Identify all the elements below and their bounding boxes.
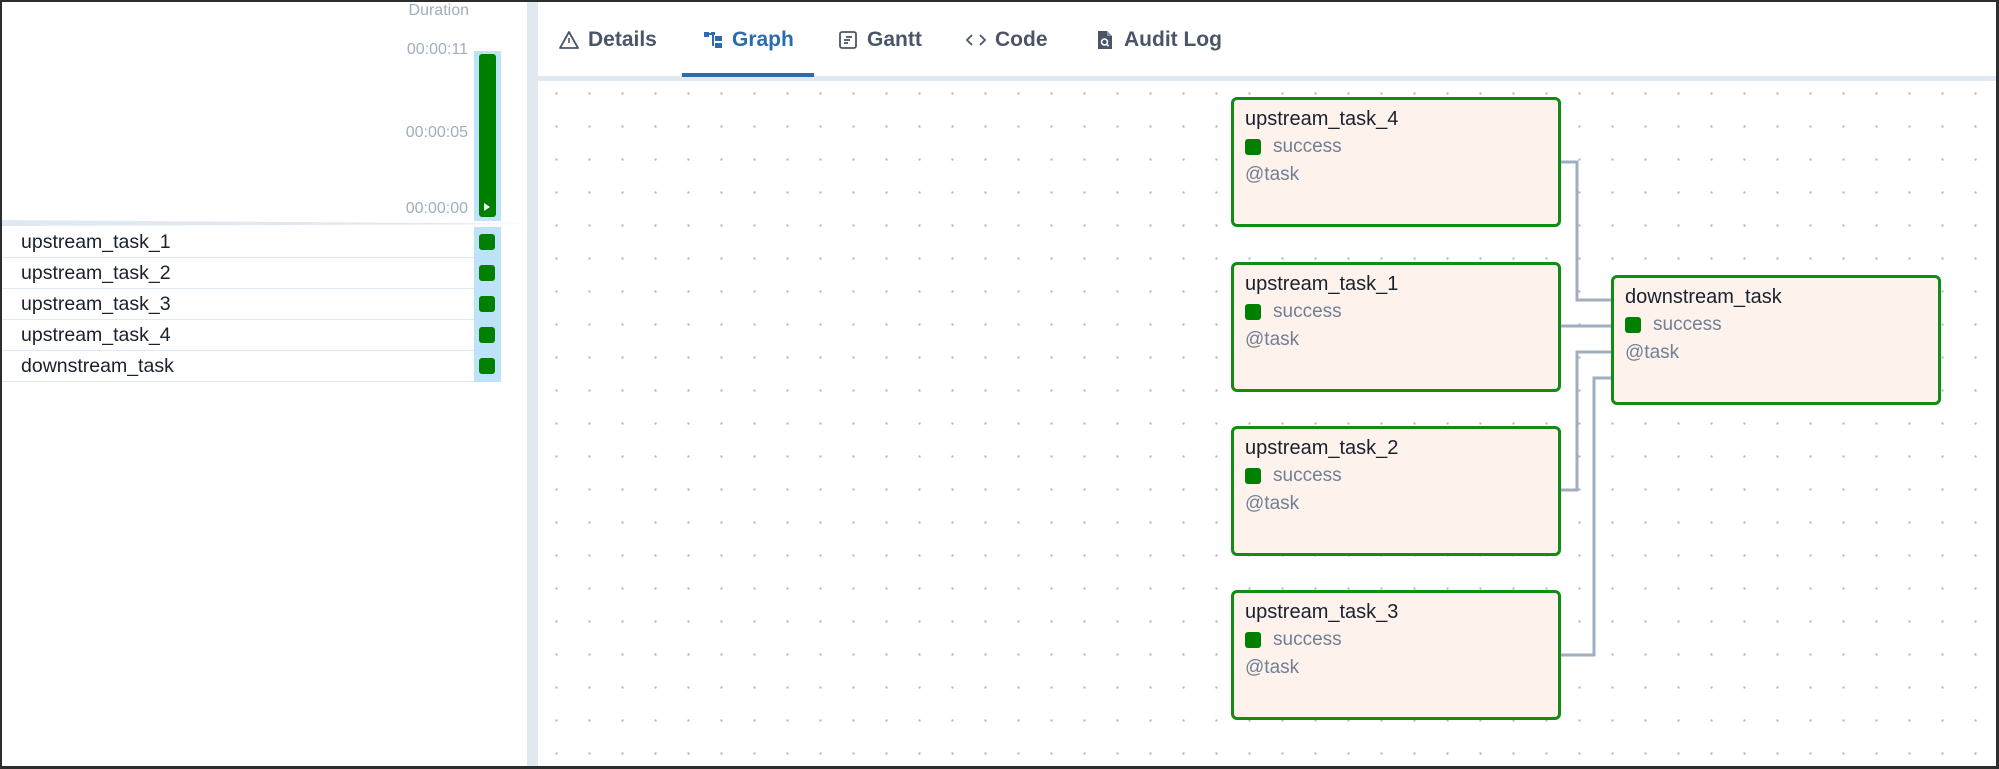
graph-node-upstream-task-2[interactable]: upstream_task_2 success @task: [1231, 426, 1561, 556]
task-row-downstream-task[interactable]: downstream_task: [0, 351, 501, 382]
task-status-square[interactable]: [479, 265, 495, 281]
duration-tick-min: 00:00:00: [405, 200, 468, 217]
tab-label: Details: [588, 28, 657, 51]
node-operator: @task: [1245, 657, 1300, 678]
tab-gantt[interactable]: Gantt: [837, 28, 922, 77]
graph-node-upstream-task-4[interactable]: upstream_task_4 success @task: [1231, 97, 1561, 227]
tab-audit-log[interactable]: Audit Log: [1094, 28, 1222, 77]
graph-node-upstream-task-3[interactable]: upstream_task_3 success @task: [1231, 590, 1561, 720]
tab-label: Audit Log: [1124, 28, 1222, 51]
node-title: downstream_task: [1625, 286, 1782, 308]
task-row-upstream-task-2[interactable]: upstream_task_2: [0, 258, 501, 289]
status-square-icon: [1245, 468, 1261, 484]
node-operator: @task: [1245, 164, 1300, 185]
grid-panel: Duration 00:00:11 00:00:05 00:00:00 upst…: [0, 0, 527, 769]
status-square-icon: [1245, 304, 1261, 320]
node-title: upstream_task_1: [1245, 273, 1399, 295]
task-status-square[interactable]: [479, 296, 495, 312]
task-status-square[interactable]: [479, 358, 495, 374]
node-status: success: [1245, 299, 1547, 325]
duration-tick-mid: 00:00:05: [405, 124, 468, 141]
task-status-square[interactable]: [479, 234, 495, 250]
node-status-text: success: [1273, 301, 1342, 322]
node-status-text: success: [1273, 465, 1342, 486]
tab-label: Graph: [732, 28, 794, 51]
node-title: upstream_task_3: [1245, 601, 1399, 623]
code-icon: [965, 28, 987, 52]
panel-resize-handle[interactable]: [527, 0, 538, 769]
task-row-upstream-task-3[interactable]: upstream_task_3: [0, 289, 501, 320]
node-status: success: [1625, 312, 1927, 338]
audit-log-icon: [1094, 28, 1116, 52]
task-list: upstream_task_1 upstream_task_2 upstream…: [0, 227, 501, 382]
task-row-upstream-task-1[interactable]: upstream_task_1: [0, 227, 501, 258]
node-operator: @task: [1245, 329, 1300, 350]
tab-code[interactable]: Code: [965, 28, 1048, 77]
node-status-text: success: [1273, 629, 1342, 650]
node-status: success: [1245, 134, 1547, 160]
status-square-icon: [1245, 632, 1261, 648]
task-status-square[interactable]: [479, 327, 495, 343]
tab-details[interactable]: Details: [558, 28, 657, 77]
status-square-icon: [1625, 317, 1641, 333]
graph-node-upstream-task-1[interactable]: upstream_task_1 success @task: [1231, 262, 1561, 392]
graph-icon: [702, 28, 724, 52]
status-square-icon: [1245, 139, 1261, 155]
task-name[interactable]: upstream_task_1: [0, 231, 501, 254]
run-duration-bar[interactable]: [479, 54, 496, 217]
task-name[interactable]: downstream_task: [0, 355, 501, 378]
duration-tick-max: 00:00:11: [406, 41, 468, 58]
node-status-text: success: [1653, 314, 1722, 335]
task-name[interactable]: upstream_task_2: [0, 262, 501, 285]
duration-axis-label: Duration: [408, 2, 469, 19]
node-operator: @task: [1245, 493, 1300, 514]
node-status-text: success: [1273, 136, 1342, 157]
tab-bar: Details Graph Gantt Code Audit Log: [538, 0, 1999, 81]
tab-graph[interactable]: Graph: [682, 28, 814, 77]
task-row-upstream-task-4[interactable]: upstream_task_4: [0, 320, 501, 351]
task-name[interactable]: upstream_task_4: [0, 324, 501, 347]
graph-node-downstream-task[interactable]: downstream_task success @task: [1611, 275, 1941, 405]
node-title: upstream_task_4: [1245, 108, 1399, 130]
gantt-icon: [837, 28, 859, 52]
warning-triangle-icon: [558, 28, 580, 52]
duration-separator: [0, 220, 523, 226]
tab-label: Gantt: [867, 28, 922, 51]
task-name[interactable]: upstream_task_3: [0, 293, 501, 316]
tab-label: Code: [995, 28, 1048, 51]
node-status: success: [1245, 463, 1547, 489]
node-title: upstream_task_2: [1245, 437, 1399, 459]
node-status: success: [1245, 627, 1547, 653]
node-operator: @task: [1625, 342, 1680, 363]
play-icon: [484, 203, 490, 211]
